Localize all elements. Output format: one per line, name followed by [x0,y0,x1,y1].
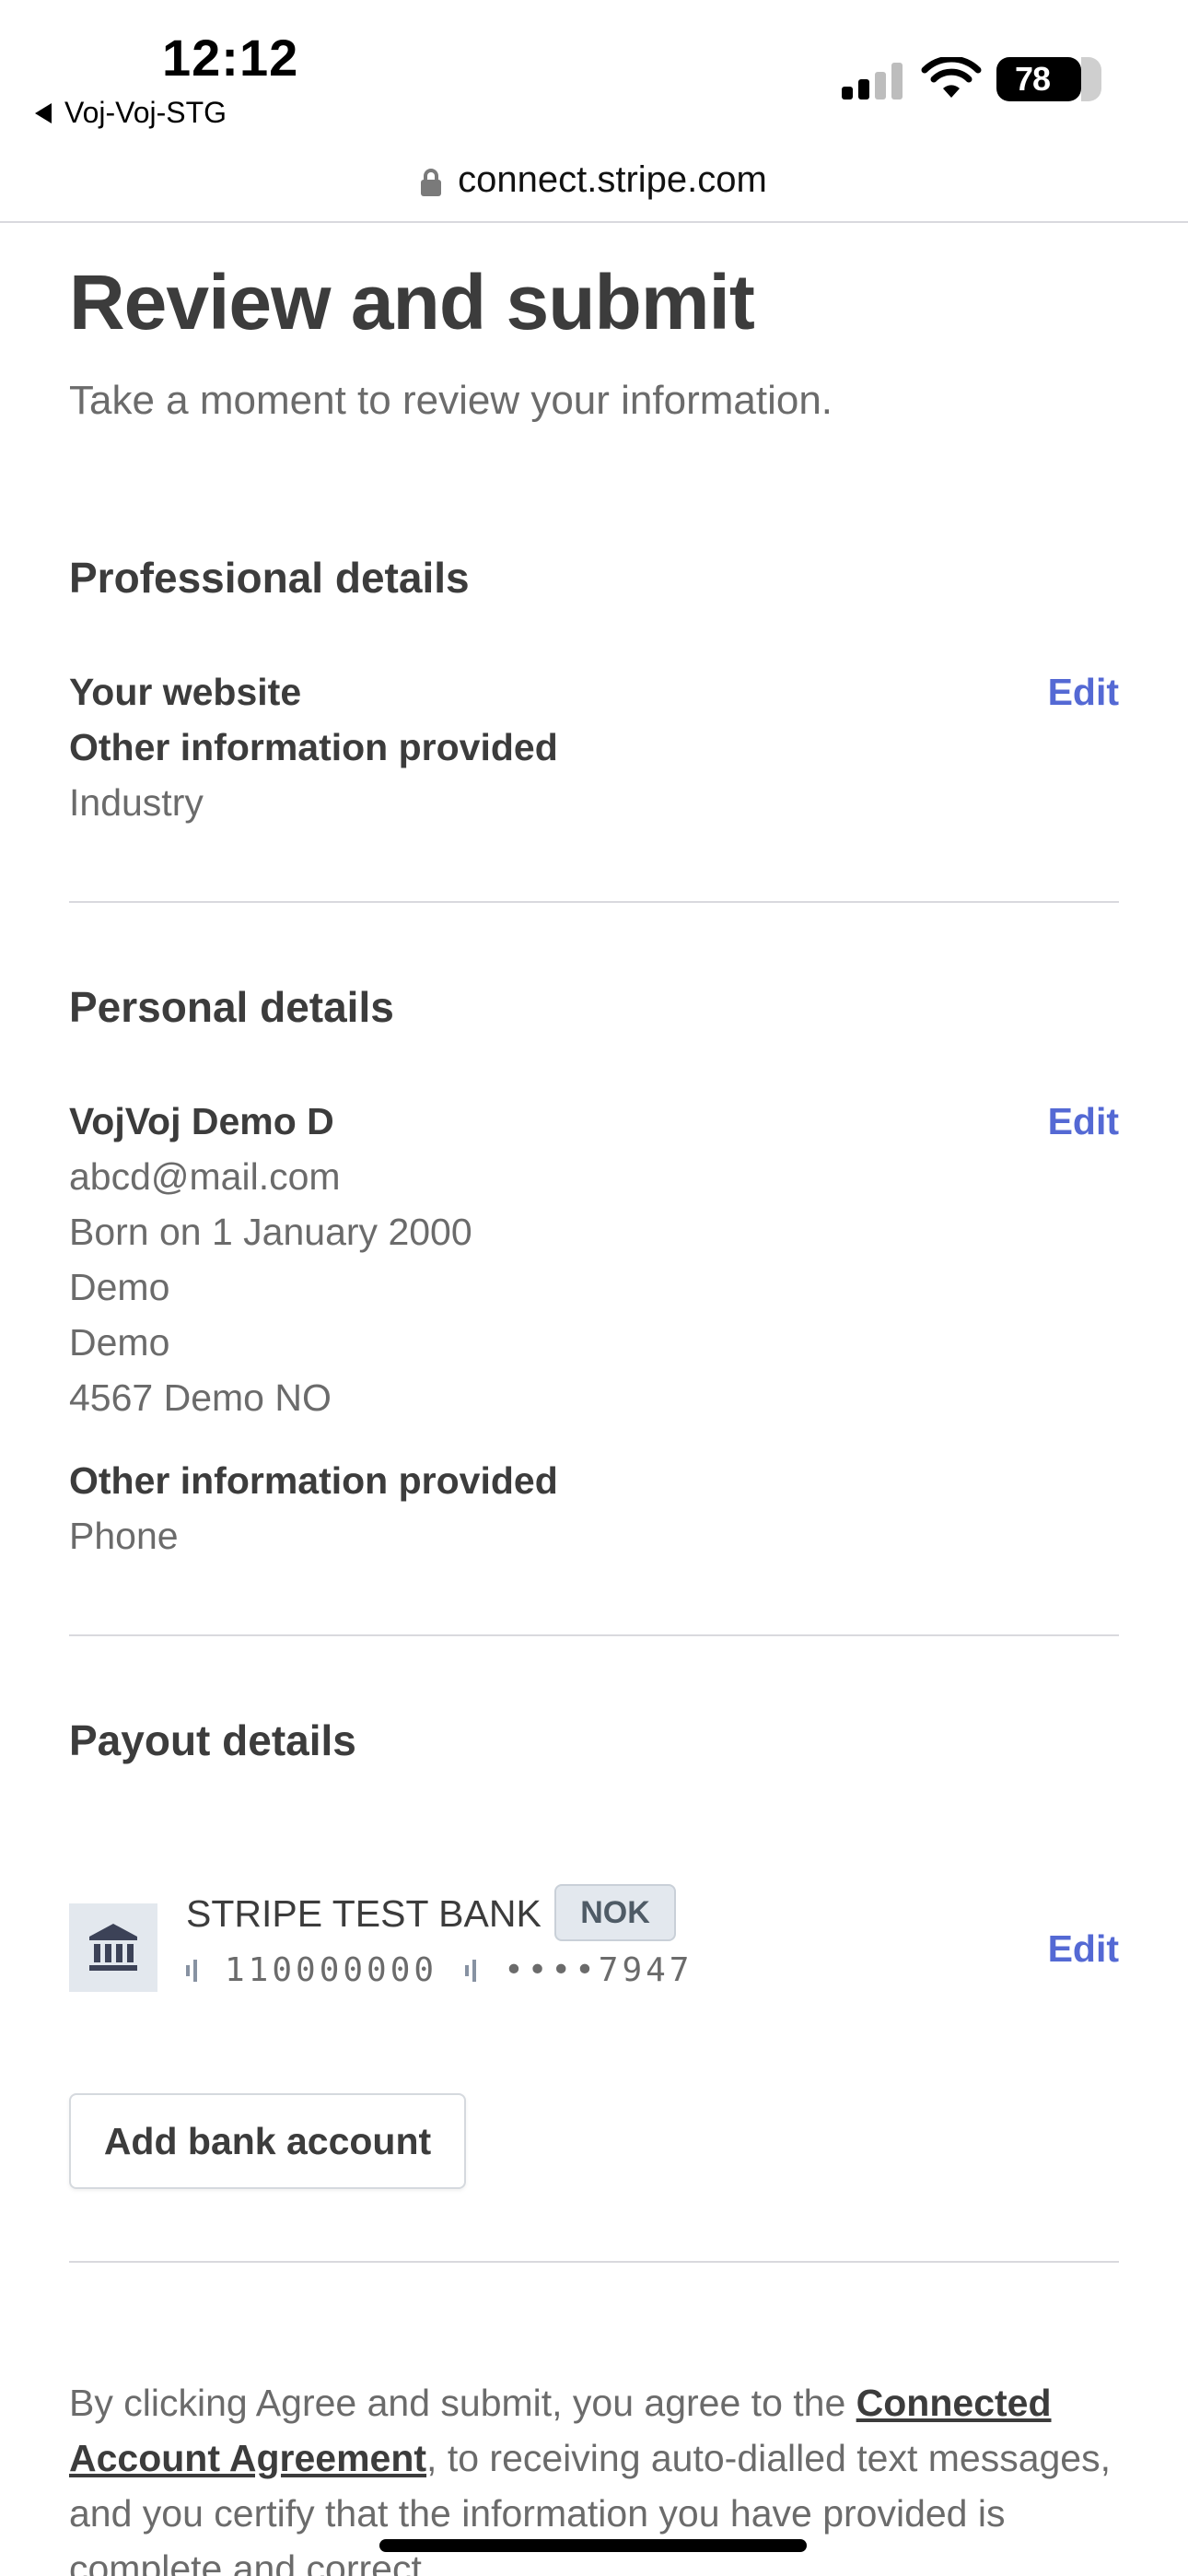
cellular-signal-icon [842,61,906,100]
divider [69,1634,1119,1636]
professional-other-value: Industry [69,781,204,824]
address-line-2: Demo [69,1321,170,1364]
page-subtitle: Take a moment to review your information… [69,378,833,423]
url-bar[interactable]: connect.stripe.com [0,138,1188,223]
lock-icon [421,169,442,196]
website-label: Your website [69,671,302,713]
person-birth-date: Born on 1 January 2000 [69,1211,472,1253]
professional-details-title: Professional details [69,554,470,602]
battery-level: 78 [1014,60,1051,98]
professional-other-label: Other information provided [69,726,558,768]
edit-professional-button[interactable]: Edit [1048,671,1119,714]
bank-building-icon [89,1924,137,1971]
divider [69,2261,1119,2263]
payout-details-title: Payout details [69,1716,356,1764]
page: 12:12 Voj-Voj-STG 78 connect.stripe.com … [0,0,1188,2576]
agreement-prefix: By clicking Agree and submit, you agree … [69,2382,856,2424]
home-indicator[interactable] [379,2539,807,2552]
person-email: abcd@mail.com [69,1155,341,1198]
edit-personal-button[interactable]: Edit [1048,1100,1119,1143]
status-time: 12:12 [162,29,299,87]
back-to-app-button[interactable]: Voj-Voj-STG [35,96,227,130]
personal-other-value: Phone [69,1515,179,1557]
person-name: VojVoj Demo D [69,1100,334,1142]
status-bar: 12:12 Voj-Voj-STG 78 [0,0,1188,138]
url-text: connect.stripe.com [458,158,767,200]
personal-details-title: Personal details [69,983,394,1031]
routing-number-icon [186,1959,199,1982]
bank-name: STRIPE TEST BANK [186,1892,542,1935]
routing-number: 110000000 [225,1951,438,1989]
page-title: Review and submit [69,259,755,345]
account-number-icon [465,1959,478,1982]
address-line-3: 4567 Demo NO [69,1376,332,1419]
wifi-icon [921,57,982,98]
add-bank-account-button[interactable]: Add bank account [69,2093,466,2189]
divider [69,901,1119,903]
edit-payout-button[interactable]: Edit [1048,1927,1119,1971]
bank-account-numbers: 110000000 ••••7947 [186,1951,693,1989]
battery-icon: 78 [996,57,1101,101]
currency-badge: NOK [554,1884,676,1941]
address-line-1: Demo [69,1266,170,1308]
account-number: ••••7947 [504,1951,693,1989]
back-app-label: Voj-Voj-STG [64,96,227,129]
bank-icon [69,1903,157,1992]
personal-other-label: Other information provided [69,1459,558,1502]
back-arrow-icon [35,102,52,123]
